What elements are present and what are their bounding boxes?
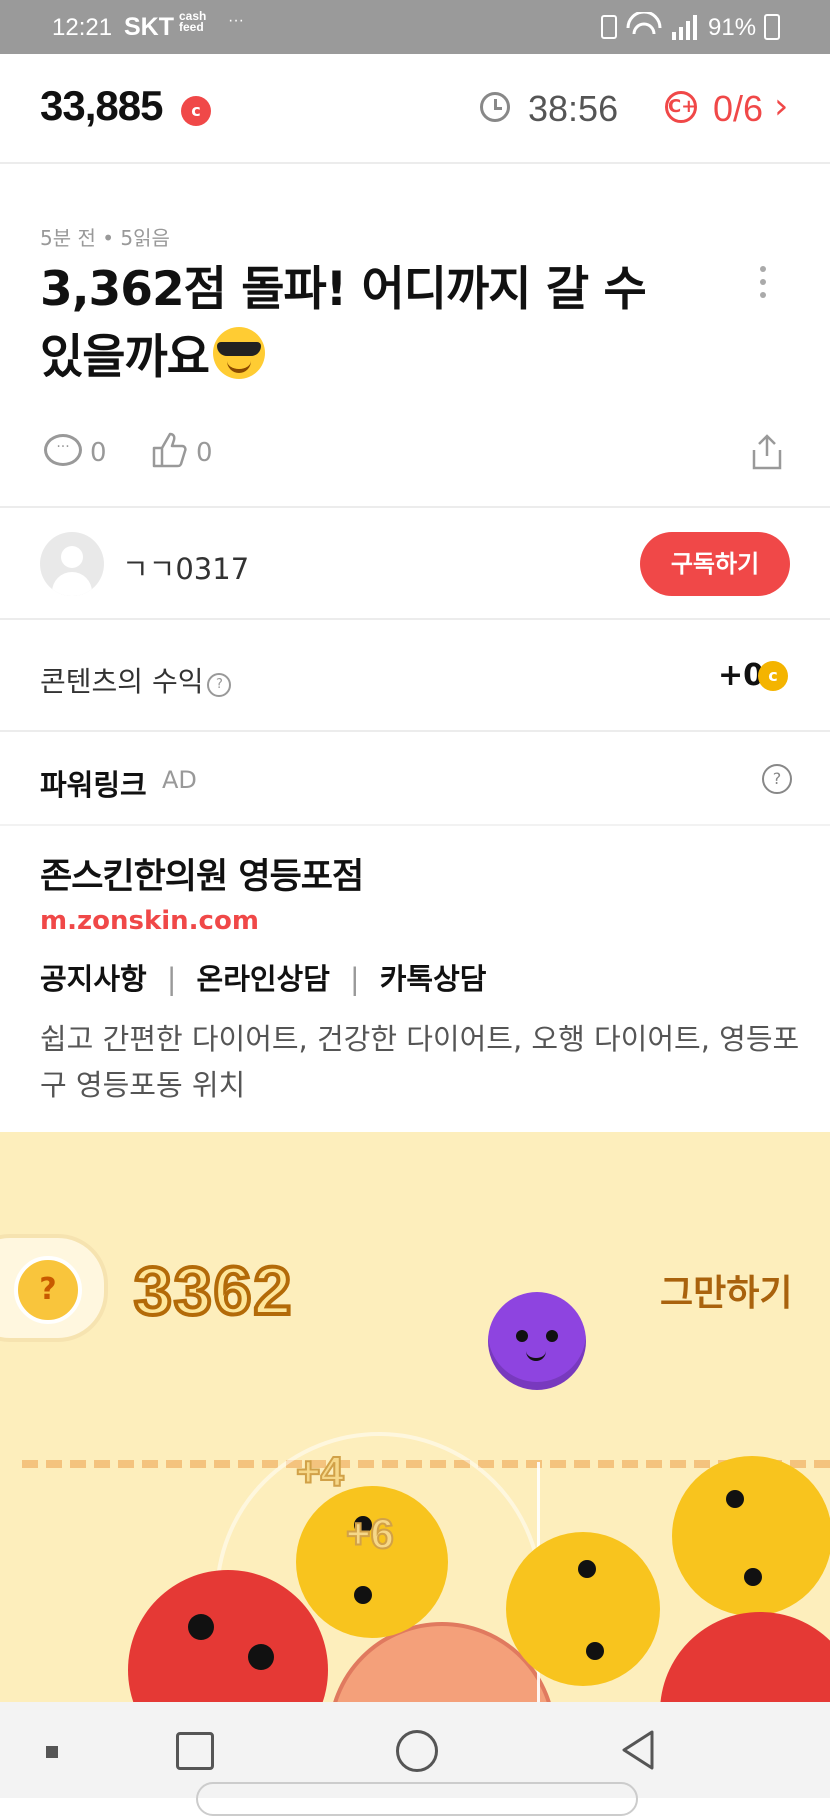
thumbs-up-icon[interactable] <box>150 430 190 470</box>
coin-plus-icon[interactable]: C+ <box>665 91 697 123</box>
ad-section-title: 파워링크 <box>40 768 147 802</box>
game-screenshot: ? 3362 그만하기 +4 +6 <box>0 1132 830 1702</box>
comment-icon[interactable]: ··· <box>44 434 82 466</box>
ad-card[interactable]: 존스킨한의원 영등포점 m.zonskin.com 공지사항 | 온라인상담 | 카톡상… <box>0 826 830 1132</box>
battery-level: 91% <box>708 14 757 41</box>
author-name[interactable]: ㄱㄱ0317 <box>122 546 249 588</box>
comment-count: 0 <box>90 438 107 468</box>
top-bar: 33,885 c 38:56 C+ 0/6 › <box>0 54 830 164</box>
status-icons <box>601 12 697 40</box>
game-quit-button: 그만하기 <box>660 1273 793 1314</box>
revenue-label: 콘텐츠의 수익? <box>40 660 232 700</box>
chevron-right-icon[interactable]: › <box>774 86 788 127</box>
ad-link[interactable]: 공지사항 <box>40 962 147 996</box>
game-score: 3362 <box>132 1251 294 1331</box>
more-vertical-icon[interactable] <box>760 266 768 306</box>
score-bonus: +6 <box>345 1509 395 1558</box>
share-icon[interactable] <box>750 434 784 470</box>
score-bonus: +4 <box>295 1447 345 1496</box>
cashfeed-icon: cash feed <box>179 9 207 34</box>
status-carrier: SKT <box>124 13 174 41</box>
revenue-row: 콘텐츠의 수익? +0 c <box>0 620 830 732</box>
status-bar: 12:21 SKT cash feed ··· 91% <box>0 0 830 54</box>
yellow-ball <box>672 1456 830 1616</box>
home-button[interactable] <box>396 1730 438 1772</box>
yellow-ball <box>296 1486 448 1638</box>
like-count: 0 <box>196 438 213 468</box>
post-title: 3,362점 돌파! 어디까지 갈 수 있을까요 <box>40 262 647 385</box>
author-row: ㄱㄱ0317 구독하기 <box>0 508 830 620</box>
avatar[interactable] <box>40 532 104 596</box>
gesture-handle <box>196 1782 638 1816</box>
ad-link[interactable]: 온라인상담 <box>197 962 330 996</box>
system-nav-bar <box>0 1702 830 1816</box>
purple-ball <box>488 1292 586 1390</box>
red-ball <box>660 1612 830 1702</box>
help-icon[interactable]: ? <box>207 673 232 697</box>
sunglasses-emoji-icon <box>212 327 265 379</box>
back-button[interactable] <box>618 1728 658 1772</box>
ad-header: 파워링크 AD ? <box>0 732 830 826</box>
timer-text: 38:56 <box>528 88 619 129</box>
clock-icon <box>480 92 510 122</box>
ad-url[interactable]: m.zonskin.com <box>40 906 259 936</box>
coin-balance: 33,885 <box>40 82 163 129</box>
help-icon[interactable]: ? <box>762 764 792 794</box>
ad-description: 쉽고 간편한 다이어트, 건강한 다이어트, 오행 다이어트, 영등포구 영등포… <box>40 1022 800 1102</box>
yellow-ball <box>506 1532 660 1686</box>
ad-name[interactable]: 존스킨한의원 영등포점 <box>40 848 364 899</box>
subscribe-button[interactable]: 구독하기 <box>640 532 790 596</box>
ad-link-separator: | <box>166 962 177 996</box>
coin-icon: c <box>181 96 211 126</box>
status-more-icon: ··· <box>228 12 244 29</box>
ad-links: 공지사항 | 온라인상담 | 카톡상담 <box>40 956 486 998</box>
coin-icon: c <box>758 661 788 691</box>
ad-link-separator: | <box>349 962 360 996</box>
mission-progress[interactable]: 0/6 <box>713 88 763 130</box>
status-time: 12:21 <box>52 14 113 41</box>
recent-apps-button[interactable] <box>176 1732 214 1770</box>
post-actions: ··· 0 0 <box>0 420 830 508</box>
game-help-button: ? <box>14 1256 82 1324</box>
ad-link[interactable]: 카톡상담 <box>380 962 487 996</box>
post-meta: 5분 전 • 5읽음 <box>40 226 170 250</box>
ad-tag: AD <box>162 766 197 794</box>
nav-indicator-icon <box>46 1746 58 1758</box>
battery-icon <box>764 14 780 40</box>
